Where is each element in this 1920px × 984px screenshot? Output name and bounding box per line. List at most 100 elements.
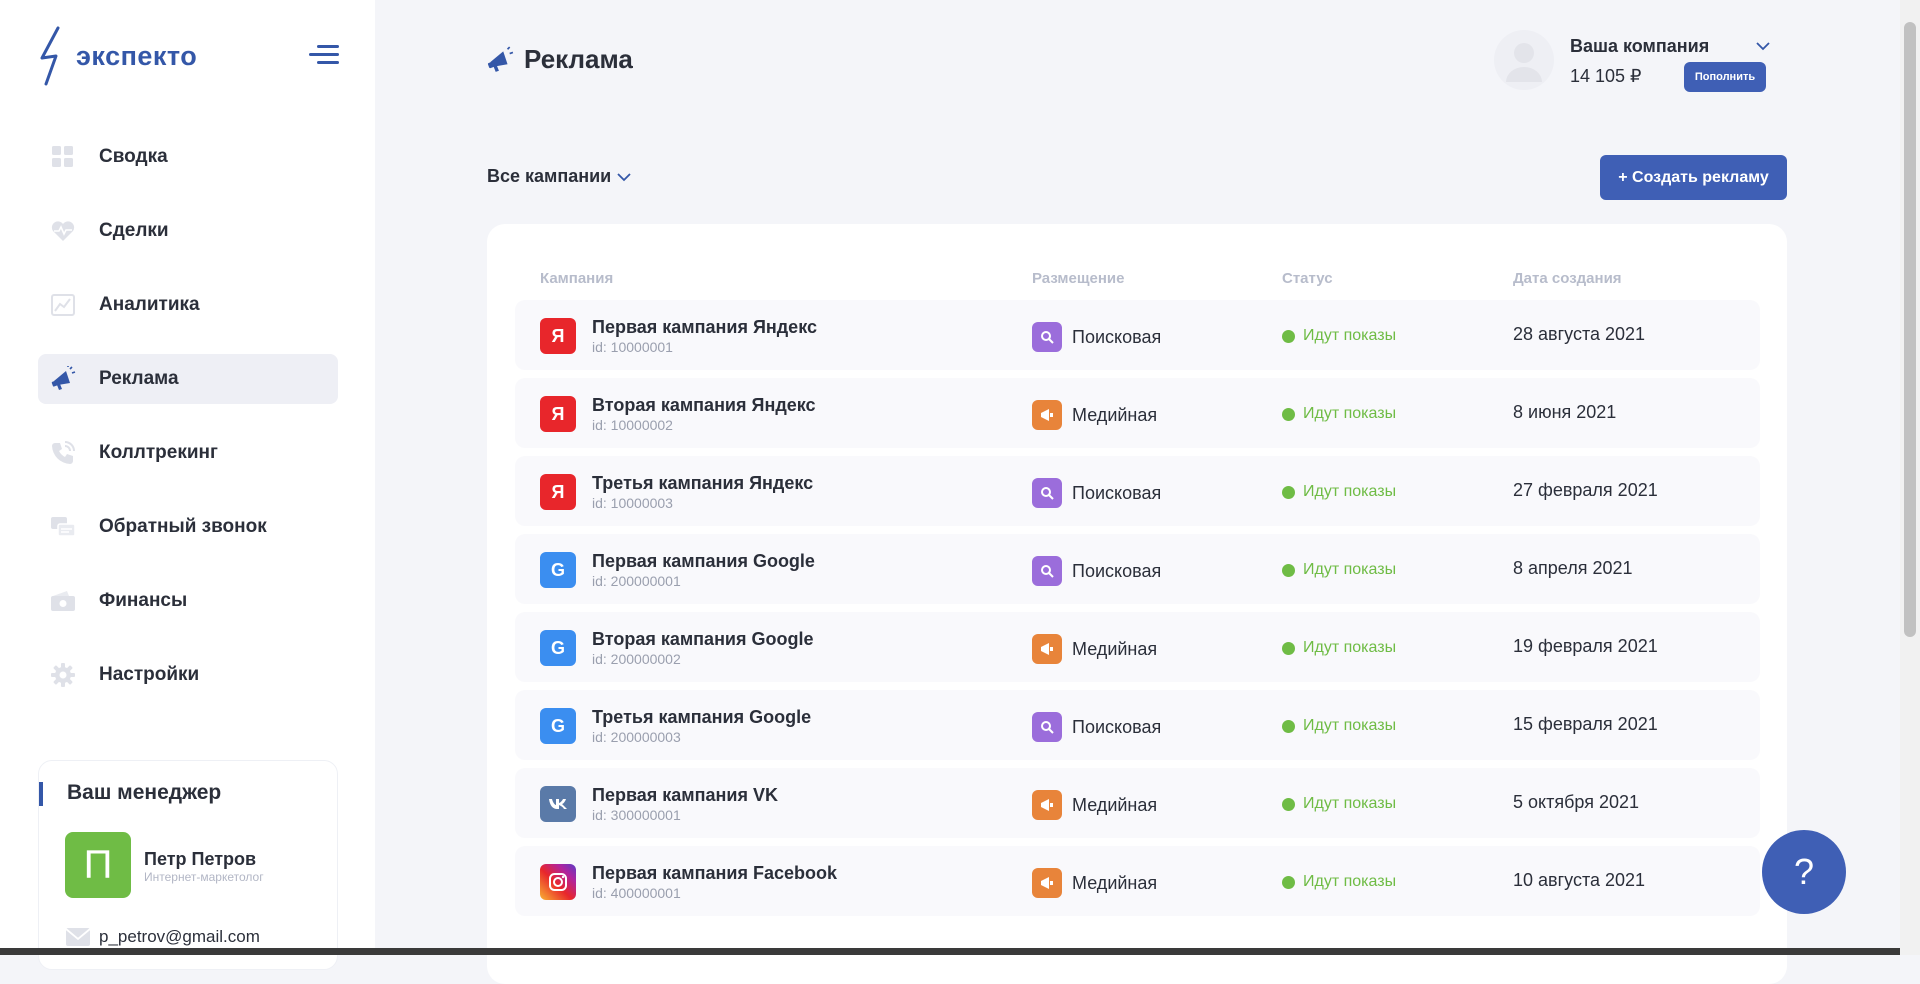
sidebar-nav: Сводка Сделки Аналитика Реклама Коллтрек… [38, 132, 338, 724]
manager-title: Ваш менеджер [67, 781, 222, 804]
status-text: Идут показы [1303, 795, 1397, 812]
search-icon [1032, 322, 1062, 352]
sidebar-item-calltracking[interactable]: Коллтрекинг [38, 428, 338, 478]
create-ad-button[interactable]: + Создать рекламу [1600, 155, 1787, 200]
manager-avatar: П [65, 832, 131, 898]
campaign-name[interactable]: Вторая кампания Google [592, 629, 814, 650]
sidebar-item-analytics[interactable]: Аналитика [38, 280, 338, 330]
table-row[interactable]: Первая кампания Facebook id: 400000001 М… [515, 846, 1760, 916]
column-header-date[interactable]: Дата создания [1513, 270, 1622, 287]
placement-text: Медийная [1072, 794, 1158, 815]
sidebar-item-label: Финансы [99, 590, 188, 611]
status-badge: Идут показы [1282, 717, 1396, 735]
placement: Поисковая [1032, 322, 1161, 352]
table-row[interactable]: Я Вторая кампания Яндекс id: 10000002 Ме… [515, 378, 1760, 448]
status-dot [1282, 641, 1295, 655]
campaigns-table: Кампания Размещение Статус Дата создания… [487, 224, 1787, 984]
table-row[interactable]: G Первая кампания Google id: 200000001 П… [515, 534, 1760, 604]
status-dot [1282, 329, 1295, 343]
company-avatar[interactable] [1494, 30, 1554, 90]
sidebar-item-label: Обратный звонок [99, 516, 267, 537]
sidebar-item-label: Сделки [99, 220, 169, 241]
status-badge: Идут показы [1282, 405, 1396, 423]
campaign-name[interactable]: Первая кампания VK [592, 785, 778, 806]
topup-button[interactable]: Пополнить [1684, 62, 1766, 92]
yandex-logo-icon: Я [540, 474, 576, 510]
manager-email[interactable]: p_petrov@gmail.com [65, 927, 260, 947]
campaign-name[interactable]: Первая кампания Яндекс [592, 317, 817, 338]
status-badge: Идут показы [1282, 483, 1396, 501]
campaign-name[interactable]: Первая кампания Facebook [592, 863, 837, 884]
placement-text: Поисковая [1072, 716, 1162, 737]
dashboard-icon [50, 144, 76, 170]
placement-text: Поисковая [1072, 326, 1162, 347]
sidebar-item-label: Коллтрекинг [99, 442, 218, 463]
manager-card: Ваш менеджер П Петр Петров Интернет-марк… [38, 760, 338, 970]
vk-logo-icon [540, 786, 576, 822]
search-icon [1032, 712, 1062, 742]
placement: Поисковая [1032, 712, 1161, 742]
table-row[interactable]: G Вторая кампания Google id: 200000002 М… [515, 612, 1760, 682]
sidebar-item-ads[interactable]: Реклама [38, 354, 338, 404]
campaign-name[interactable]: Третья кампания Яндекс [592, 473, 813, 494]
status-badge: Идут показы [1282, 873, 1396, 891]
status-dot [1282, 407, 1295, 421]
search-icon [1032, 556, 1062, 586]
chevron-down-icon[interactable] [1756, 38, 1770, 56]
campaign-id: id: 10000002 [592, 417, 673, 433]
status-dot [1282, 797, 1295, 811]
chevron-down-icon [617, 172, 631, 181]
placement: Медийная [1032, 868, 1157, 898]
company-name[interactable]: Ваша компания [1570, 36, 1709, 57]
account-widget: Ваша компания 14 105 ₽ Пополнить [1494, 30, 1774, 96]
campaign-name[interactable]: Первая кампания Google [592, 551, 815, 572]
megaphone-icon [487, 45, 514, 72]
column-header-placement[interactable]: Размещение [1032, 270, 1124, 287]
table-row[interactable]: Первая кампания VK id: 300000001 Медийна… [515, 768, 1760, 838]
created-date: 8 апреля 2021 [1513, 558, 1633, 578]
yandex-logo-icon: Я [540, 318, 576, 354]
campaign-filter-dropdown[interactable]: Все кампании [487, 166, 631, 187]
sidebar-item-label: Настройки [99, 664, 200, 685]
gear-icon [50, 662, 76, 688]
created-date: 15 февраля 2021 [1513, 714, 1658, 734]
created-date: 19 февраля 2021 [1513, 636, 1658, 656]
page-title-text: Реклама [524, 44, 633, 74]
megaphone-icon [50, 366, 76, 392]
sidebar-item-label: Реклама [99, 368, 179, 389]
sidebar-item-summary[interactable]: Сводка [38, 132, 338, 182]
table-header: Кампания Размещение Статус Дата создания [487, 270, 1787, 290]
mail-icon [65, 928, 91, 946]
created-date: 8 июня 2021 [1513, 402, 1617, 422]
manager-role: Интернет-маркетолог [144, 870, 264, 884]
logo[interactable]: экспекто [38, 26, 197, 86]
megaphone-icon [1032, 868, 1062, 898]
campaign-name[interactable]: Вторая кампания Яндекс [592, 395, 816, 416]
campaign-name[interactable]: Третья кампания Google [592, 707, 811, 728]
help-button[interactable]: ? [1762, 830, 1846, 914]
sidebar-item-settings[interactable]: Настройки [38, 650, 338, 700]
wallet-icon [50, 588, 76, 614]
column-header-status[interactable]: Статус [1282, 270, 1333, 287]
sidebar-item-callback[interactable]: Обратный звонок [38, 502, 338, 552]
status-text: Идут показы [1303, 327, 1397, 344]
analytics-icon [50, 292, 76, 318]
column-header-campaign[interactable]: Кампания [540, 270, 613, 287]
status-dot [1282, 719, 1295, 733]
sidebar-item-deals[interactable]: Сделки [38, 206, 338, 256]
status-text: Идут показы [1303, 639, 1397, 656]
deals-icon [50, 218, 76, 244]
campaign-id: id: 10000001 [592, 339, 673, 355]
page-title: Реклама [486, 44, 633, 75]
status-text: Идут показы [1303, 561, 1397, 578]
scrollbar[interactable] [1900, 0, 1920, 955]
menu-toggle-icon[interactable] [309, 45, 339, 65]
table-row[interactable]: G Третья кампания Google id: 200000003 П… [515, 690, 1760, 760]
scrollbar-thumb[interactable] [1904, 22, 1916, 637]
sidebar-item-finance[interactable]: Финансы [38, 576, 338, 626]
table-row[interactable]: Я Третья кампания Яндекс id: 10000003 По… [515, 456, 1760, 526]
table-row[interactable]: Я Первая кампания Яндекс id: 10000001 По… [515, 300, 1760, 370]
status-badge: Идут показы [1282, 327, 1396, 345]
placement: Медийная [1032, 634, 1157, 664]
megaphone-icon [1032, 400, 1062, 430]
